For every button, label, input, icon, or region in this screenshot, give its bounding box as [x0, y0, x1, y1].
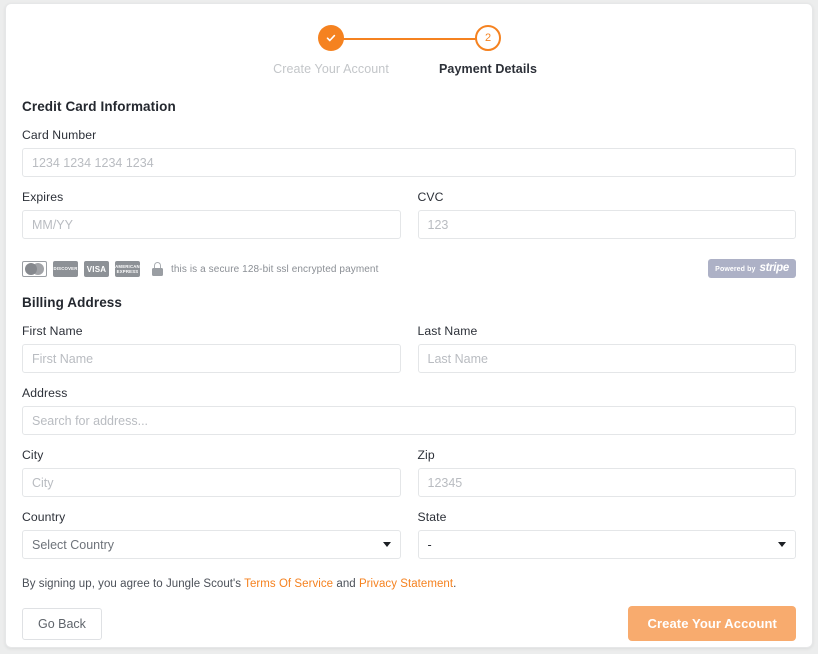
go-back-button[interactable]: Go Back	[22, 607, 102, 640]
step-2-label: Payment Details	[438, 62, 538, 76]
terms-middle: and	[333, 578, 359, 590]
expires-input[interactable]	[22, 210, 401, 239]
state-field: State -	[417, 510, 796, 559]
step-1-label: Create Your Account	[273, 62, 389, 76]
visa-icon-label: VISA	[86, 264, 107, 274]
step-2-number: 2	[475, 25, 501, 51]
city-input[interactable]	[22, 468, 401, 497]
country-field: Country Select Country	[22, 510, 401, 559]
address-field: Address	[22, 386, 796, 435]
country-select-wrap: Select Country	[22, 530, 401, 559]
lock-icon	[152, 262, 163, 276]
terms-prefix: By signing up, you agree to Jungle Scout…	[22, 578, 245, 590]
credit-card-section-title: Credit Card Information	[22, 99, 176, 114]
city-field: City	[22, 448, 401, 497]
state-select[interactable]: -	[417, 530, 796, 559]
city-zip-row: City Zip	[22, 448, 796, 510]
card-number-label: Card Number	[22, 128, 97, 142]
country-label: Country	[22, 510, 66, 524]
amex-icon: AMERICAN EXPRESS	[115, 261, 140, 277]
card-number-input[interactable]	[22, 148, 796, 177]
secure-payment-row: DISCOVER VISA AMERICAN EXPRESS this is a…	[22, 257, 796, 281]
zip-label: Zip	[417, 448, 435, 462]
step-create-your-account[interactable]: Create Your Account	[251, 25, 411, 76]
last-name-label: Last Name	[417, 324, 478, 338]
expiry-cvc-row: Expires CVC	[22, 190, 796, 252]
discover-icon: DISCOVER	[53, 261, 78, 277]
cvc-input[interactable]	[417, 210, 796, 239]
first-name-field: First Name	[22, 324, 401, 373]
city-label: City	[22, 448, 44, 462]
terms-of-service-link[interactable]: Terms Of Service	[244, 578, 333, 590]
stripe-badge-wordmark: stripe	[759, 262, 789, 274]
terms-agreement-text: By signing up, you agree to Jungle Scout…	[22, 578, 796, 590]
discover-icon-label: DISCOVER	[53, 266, 78, 272]
country-select[interactable]: Select Country	[22, 530, 401, 559]
state-select-wrap: -	[417, 530, 796, 559]
last-name-field: Last Name	[417, 324, 796, 373]
last-name-input[interactable]	[417, 344, 796, 373]
expires-label: Expires	[22, 190, 64, 204]
secure-payment-text: this is a secure 128-bit ssl encrypted p…	[171, 263, 379, 275]
mastercard-icon	[22, 261, 47, 277]
signup-card: Create Your Account 2 Payment Details Cr…	[5, 3, 813, 648]
state-label: State	[417, 510, 447, 524]
country-state-row: Country Select Country State -	[22, 510, 796, 572]
privacy-statement-link[interactable]: Privacy Statement	[359, 578, 453, 590]
visa-icon: VISA	[84, 261, 109, 277]
step-1-check-icon	[318, 25, 344, 51]
cvc-label: CVC	[417, 190, 444, 204]
form-footer: Go Back Create Your Account	[22, 606, 796, 647]
first-name-input[interactable]	[22, 344, 401, 373]
expires-field: Expires	[22, 190, 401, 239]
progress-stepper: Create Your Account 2 Payment Details	[6, 13, 812, 85]
billing-address-section-title: Billing Address	[22, 295, 123, 310]
cvc-field: CVC	[417, 190, 796, 239]
address-label: Address	[22, 386, 68, 400]
step-payment-details[interactable]: 2 Payment Details	[408, 25, 568, 76]
first-name-label: First Name	[22, 324, 83, 338]
zip-input[interactable]	[417, 468, 796, 497]
stripe-badge: Powered by stripe	[708, 259, 796, 278]
address-search-input[interactable]	[22, 406, 796, 435]
zip-field: Zip	[417, 448, 796, 497]
card-number-field: Card Number	[22, 128, 796, 177]
terms-suffix: .	[453, 578, 457, 590]
create-your-account-button[interactable]: Create Your Account	[628, 606, 796, 641]
form-body: Credit Card Information Card Number Expi…	[6, 99, 812, 647]
name-row: First Name Last Name	[22, 324, 796, 386]
stripe-badge-prefix: Powered by	[715, 266, 756, 273]
amex-icon-label: AMERICAN EXPRESS	[115, 263, 140, 274]
